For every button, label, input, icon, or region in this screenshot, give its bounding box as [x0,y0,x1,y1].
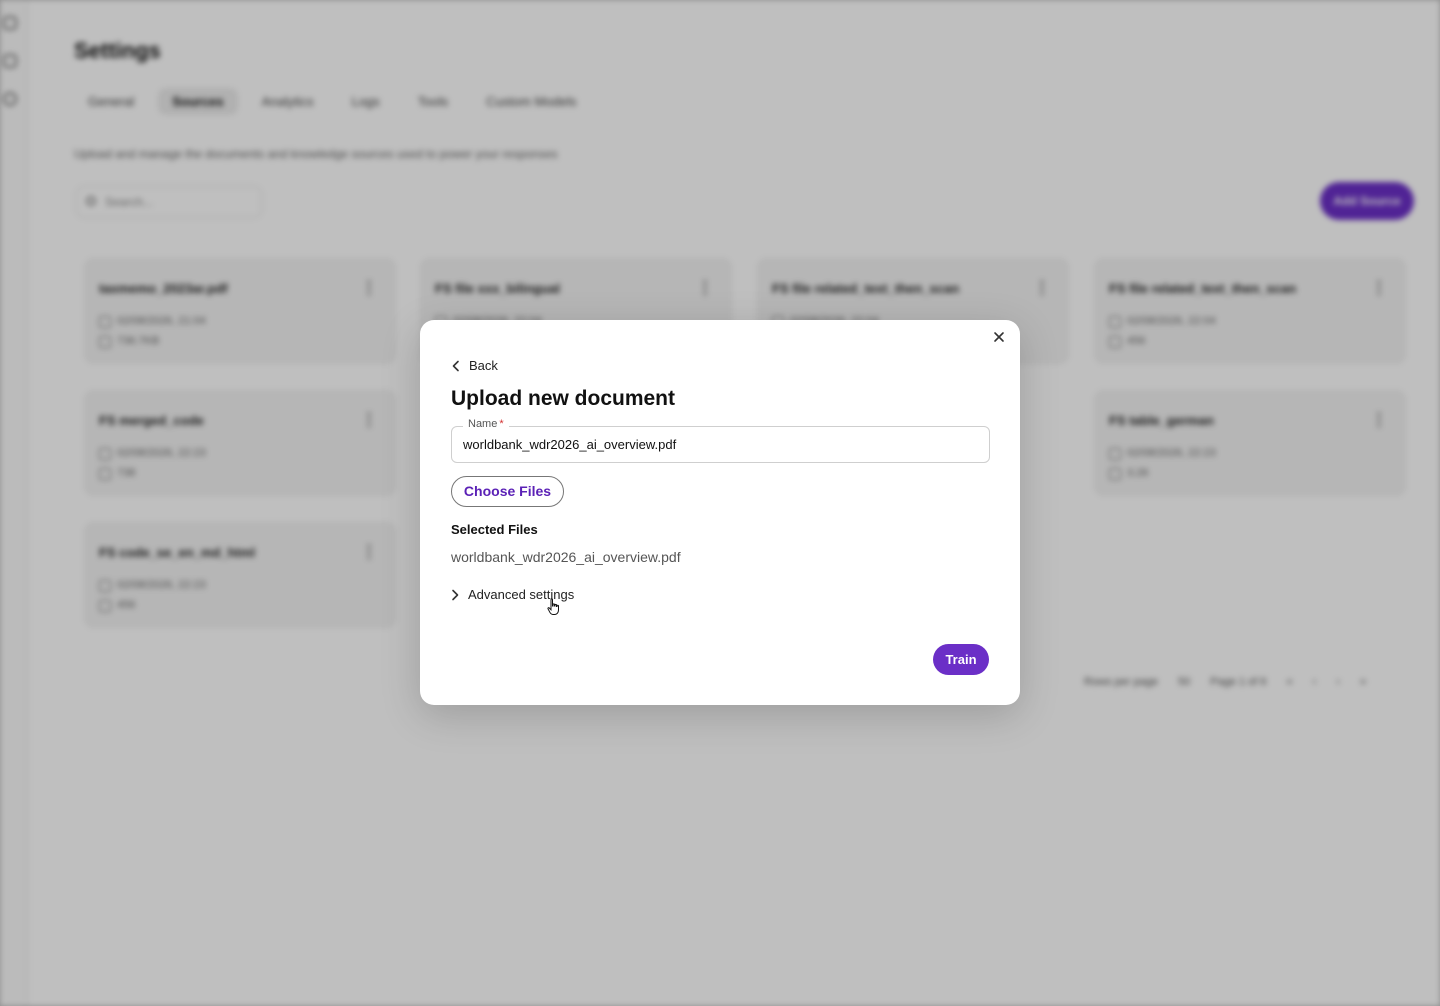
train-button[interactable]: Train [933,644,989,675]
close-button[interactable] [990,328,1008,346]
selected-files-label: Selected Files [451,522,538,537]
hand-cursor-icon [547,598,559,615]
name-label-text: Name [468,418,498,430]
name-input[interactable] [452,427,989,462]
selected-file-name: worldbank_wdr2026_ai_overview.pdf [451,549,681,565]
chevron-right-icon [452,589,459,600]
back-label: Back [469,358,498,373]
name-field: Name* [451,418,990,463]
close-icon [994,332,1004,342]
required-mark: * [499,418,504,430]
dialog-title: Upload new document [451,387,676,410]
name-field-label: Name * [463,418,509,430]
chevron-left-icon [452,360,459,371]
back-button[interactable]: Back [451,358,498,373]
choose-files-button[interactable]: Choose Files [451,476,564,507]
upload-dialog: Back Upload new document Name* Choose Fi… [420,320,1020,705]
